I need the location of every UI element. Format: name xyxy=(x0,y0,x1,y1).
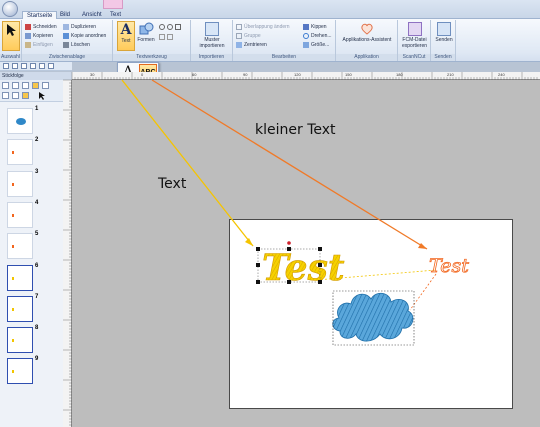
arrow-text xyxy=(121,79,254,247)
annotation-text-label: Text xyxy=(158,176,187,192)
canvas-text-small[interactable]: Test xyxy=(429,255,470,278)
annotation-kleiner-text-label: kleiner Text xyxy=(255,122,336,138)
cloud-shape[interactable] xyxy=(332,292,414,342)
canvas-text-big[interactable]: Test xyxy=(262,247,345,290)
app-window: Startseite Bild Ansicht Text Auswahl Sch… xyxy=(0,0,540,427)
arrow-kleiner-text xyxy=(151,79,428,250)
canvas-overlay: Test Test xyxy=(121,79,470,346)
